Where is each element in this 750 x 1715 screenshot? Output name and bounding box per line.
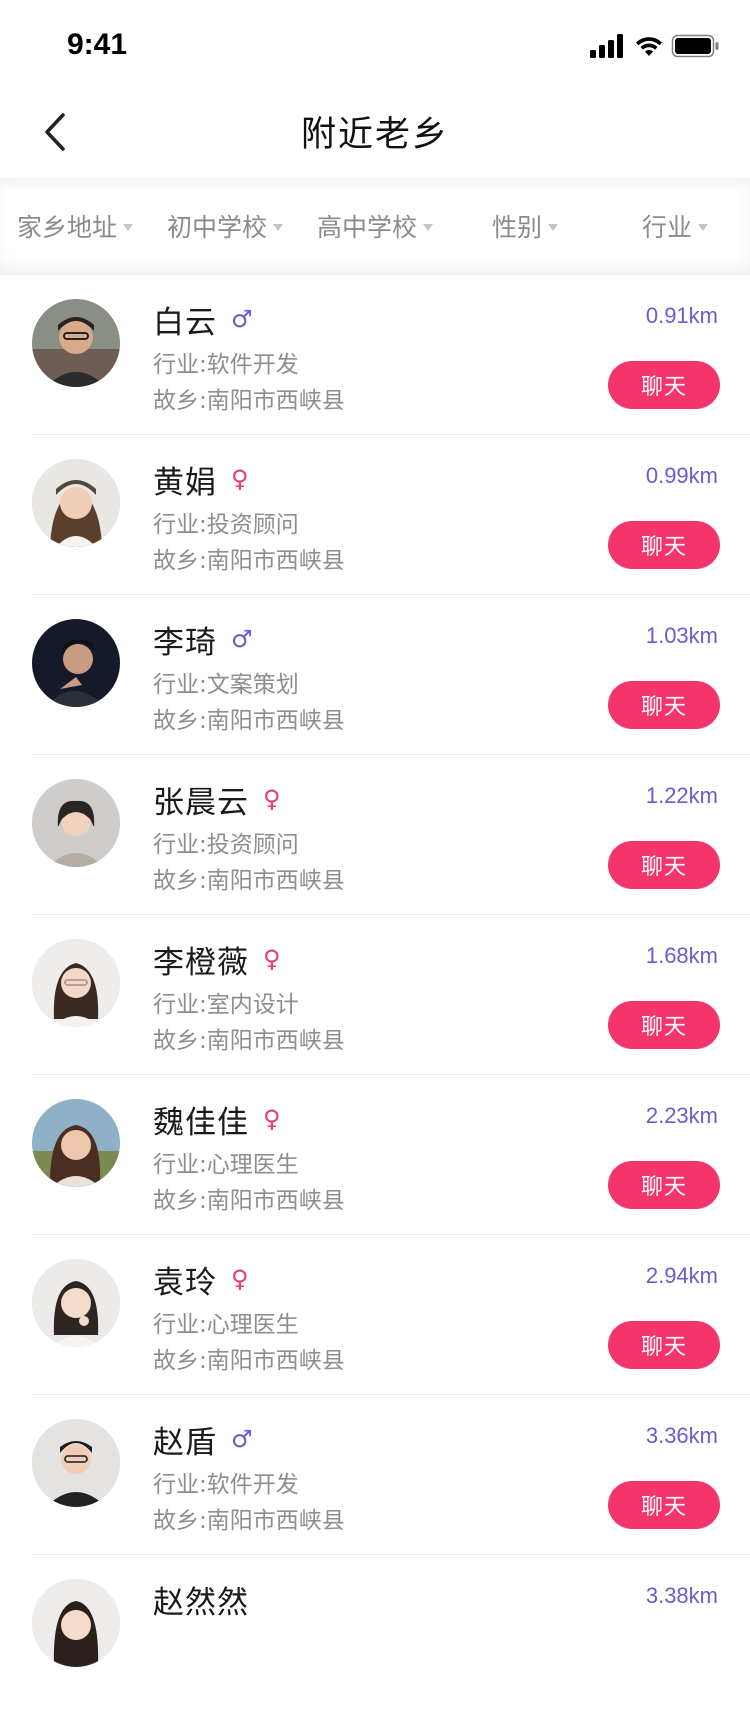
user-name: 赵然然 bbox=[153, 1584, 249, 1621]
user-industry: 行业:心理医生 bbox=[153, 1312, 299, 1338]
avatar[interactable] bbox=[32, 1579, 120, 1667]
status-time: 9:41 bbox=[67, 28, 128, 61]
list-item[interactable]: 魏佳佳 ♀ 行业:心理医生 故乡:南阳市西峡县 2.23km 聊天 bbox=[0, 1075, 750, 1235]
chat-button[interactable]: 聊天 bbox=[608, 1321, 720, 1369]
filter-label: 高中学校 bbox=[316, 213, 417, 242]
user-hometown: 故乡:南阳市西峡县 bbox=[153, 1028, 345, 1054]
female-icon: ♀ bbox=[263, 785, 281, 813]
avatar[interactable] bbox=[32, 1419, 120, 1507]
avatar[interactable] bbox=[32, 939, 120, 1027]
avatar[interactable] bbox=[32, 779, 120, 867]
user-distance: 2.94km bbox=[645, 1263, 718, 1288]
user-distance: 1.03km bbox=[645, 623, 718, 648]
user-industry: 行业:投资顾问 bbox=[153, 832, 299, 858]
filter-label: 初中学校 bbox=[166, 213, 267, 242]
signal-icon bbox=[590, 34, 623, 58]
list-item[interactable]: 赵然然 3.38km bbox=[0, 1555, 750, 1715]
user-name: 赵盾 bbox=[153, 1424, 217, 1461]
male-icon: ♂ bbox=[231, 625, 253, 653]
filter-industry[interactable]: 行业 bbox=[600, 178, 750, 274]
user-industry: 行业:投资顾问 bbox=[153, 512, 299, 538]
user-hometown: 故乡:南阳市西峡县 bbox=[153, 868, 345, 894]
battery-icon bbox=[671, 34, 719, 58]
avatar[interactable] bbox=[32, 459, 120, 547]
filter-label: 家乡地址 bbox=[16, 213, 117, 242]
user-hometown: 故乡:南阳市西峡县 bbox=[153, 1188, 345, 1214]
user-industry: 行业:心理医生 bbox=[153, 1152, 299, 1178]
wifi-icon bbox=[636, 37, 662, 56]
list-item[interactable]: 李琦 ♂ 行业:文案策划 故乡:南阳市西峡县 1.03km 聊天 bbox=[0, 595, 750, 755]
filter-bar: 家乡地址 初中学校 高中学校 性别 行业 bbox=[0, 178, 750, 275]
avatar[interactable] bbox=[32, 299, 120, 387]
list-item[interactable]: 黄娟 ♀ 行业:投资顾问 故乡:南阳市西峡县 0.99km 聊天 bbox=[0, 435, 750, 595]
user-distance: 0.99km bbox=[645, 463, 718, 488]
user-name: 李橙薇 bbox=[153, 944, 249, 981]
user-industry: 行业:文案策划 bbox=[153, 672, 299, 698]
user-name: 李琦 bbox=[153, 624, 217, 661]
page-title: 附近老乡 bbox=[300, 115, 449, 155]
chat-button[interactable]: 聊天 bbox=[608, 521, 720, 569]
caret-down-icon bbox=[423, 224, 433, 231]
user-name: 白云 bbox=[153, 304, 217, 341]
user-industry: 行业:室内设计 bbox=[153, 992, 299, 1018]
avatar[interactable] bbox=[32, 1099, 120, 1187]
user-industry: 行业:软件开发 bbox=[153, 352, 299, 378]
nav-header: 附近老乡 bbox=[0, 88, 750, 178]
filter-middle-school[interactable]: 初中学校 bbox=[150, 178, 300, 274]
list-item[interactable]: 李橙薇 ♀ 行业:室内设计 故乡:南阳市西峡县 1.68km 聊天 bbox=[0, 915, 750, 1075]
filter-hometown[interactable]: 家乡地址 bbox=[0, 178, 150, 274]
chat-button[interactable]: 聊天 bbox=[608, 1161, 720, 1209]
male-icon: ♂ bbox=[231, 305, 253, 333]
user-distance: 1.68km bbox=[645, 943, 718, 968]
user-hometown: 故乡:南阳市西峡县 bbox=[153, 548, 345, 574]
chat-button[interactable]: 聊天 bbox=[608, 681, 720, 729]
female-icon: ♀ bbox=[231, 465, 249, 493]
status-bar: 9:41 bbox=[0, 0, 750, 88]
user-distance: 2.23km bbox=[645, 1103, 718, 1128]
list-item[interactable]: 袁玲 ♀ 行业:心理医生 故乡:南阳市西峡县 2.94km 聊天 bbox=[0, 1235, 750, 1395]
user-name: 袁玲 bbox=[153, 1264, 217, 1301]
avatar[interactable] bbox=[32, 619, 120, 707]
user-hometown: 故乡:南阳市西峡县 bbox=[153, 708, 345, 734]
user-name: 黄娟 bbox=[153, 464, 217, 501]
filter-label: 性别 bbox=[491, 213, 542, 242]
user-distance: 3.36km bbox=[645, 1423, 718, 1448]
user-hometown: 故乡:南阳市西峡县 bbox=[153, 1348, 345, 1374]
caret-down-icon bbox=[548, 224, 558, 231]
list-item[interactable]: 赵盾 ♂ 行业:软件开发 故乡:南阳市西峡县 3.36km 聊天 bbox=[0, 1395, 750, 1555]
male-icon: ♂ bbox=[231, 1425, 253, 1453]
chat-button[interactable]: 聊天 bbox=[608, 1481, 720, 1529]
user-distance: 1.22km bbox=[645, 783, 718, 808]
user-name: 张晨云 bbox=[153, 784, 249, 821]
female-icon: ♀ bbox=[231, 1265, 249, 1293]
filter-high-school[interactable]: 高中学校 bbox=[300, 178, 450, 274]
user-hometown: 故乡:南阳市西峡县 bbox=[153, 1508, 345, 1534]
female-icon: ♀ bbox=[263, 1105, 281, 1133]
user-name: 魏佳佳 bbox=[153, 1104, 249, 1141]
caret-down-icon bbox=[698, 224, 708, 231]
chat-button[interactable]: 聊天 bbox=[608, 1001, 720, 1049]
female-icon: ♀ bbox=[263, 945, 281, 973]
list-item[interactable]: 张晨云 ♀ 行业:投资顾问 故乡:南阳市西峡县 1.22km 聊天 bbox=[0, 755, 750, 915]
user-distance: 3.38km bbox=[645, 1583, 718, 1608]
list-item[interactable]: 白云 ♂ 行业:软件开发 故乡:南阳市西峡县 0.91km 聊天 bbox=[0, 275, 750, 435]
user-hometown: 故乡:南阳市西峡县 bbox=[153, 388, 345, 414]
chat-button[interactable]: 聊天 bbox=[608, 361, 720, 409]
user-distance: 0.91km bbox=[645, 303, 718, 328]
filter-gender[interactable]: 性别 bbox=[450, 178, 600, 274]
user-list: 白云 ♂ 行业:软件开发 故乡:南阳市西峡县 0.91km 聊天 黄娟 ♀ 行业… bbox=[0, 275, 750, 1715]
caret-down-icon bbox=[123, 224, 133, 231]
caret-down-icon bbox=[273, 224, 283, 231]
filter-label: 行业 bbox=[641, 213, 692, 242]
status-icons bbox=[590, 33, 720, 59]
avatar[interactable] bbox=[32, 1259, 120, 1347]
user-industry: 行业:软件开发 bbox=[153, 1472, 299, 1498]
chat-button[interactable]: 聊天 bbox=[608, 841, 720, 889]
